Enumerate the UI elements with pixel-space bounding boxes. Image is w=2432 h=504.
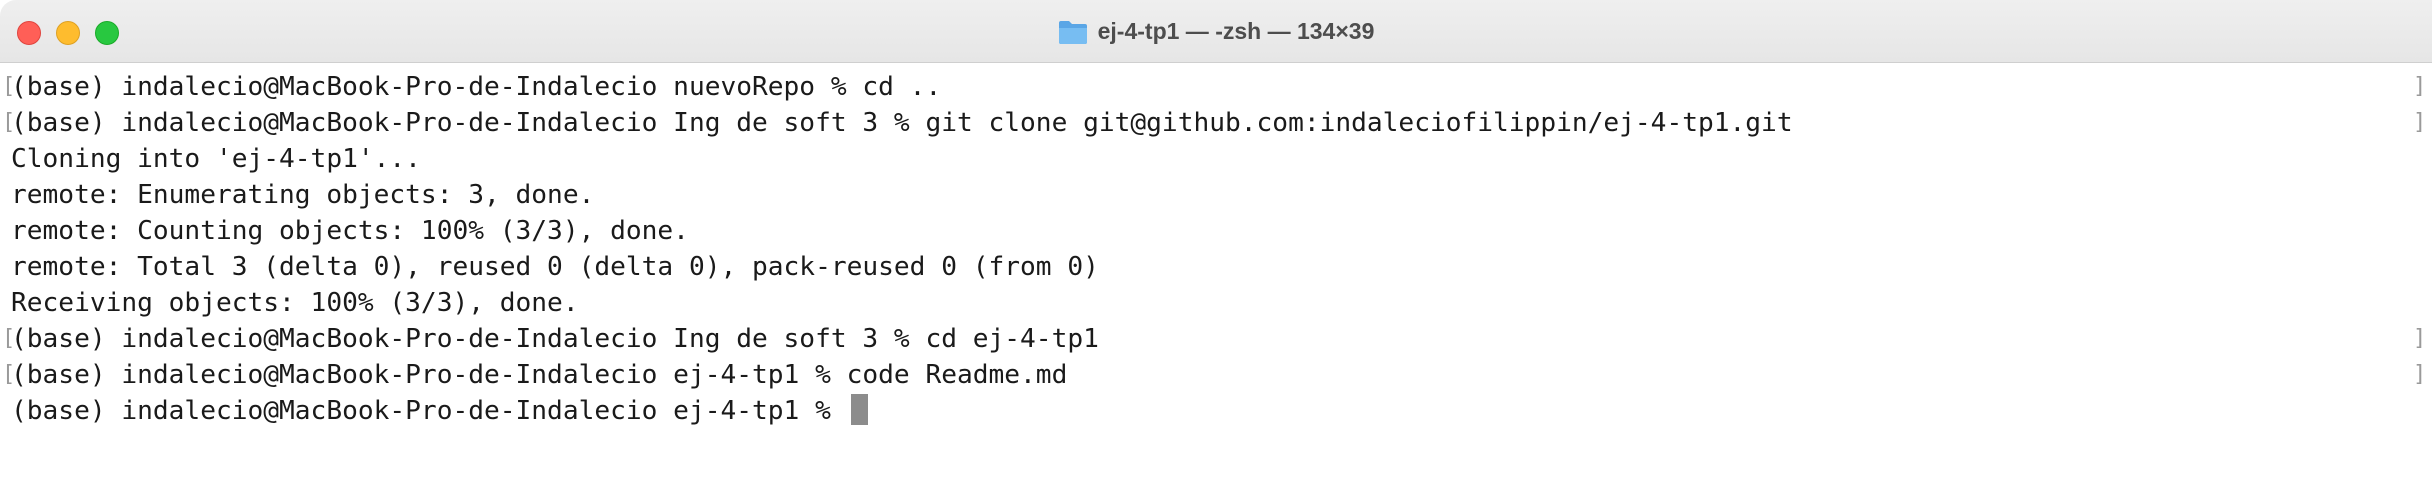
prompt-mark-left: [ <box>2 326 16 351</box>
terminal-line: Cloning into 'ej-4-tp1'... <box>11 141 421 177</box>
minimize-button[interactable] <box>56 21 80 45</box>
prompt-mark-right: ] <box>2413 74 2427 99</box>
terminal-line-text: (base) indalecio@MacBook-Pro-de-Indaleci… <box>11 72 942 102</box>
terminal-line-text: (base) indalecio@MacBook-Pro-de-Indaleci… <box>11 360 1068 390</box>
terminal-line: (base) indalecio@MacBook-Pro-de-Indaleci… <box>11 357 1067 393</box>
window-title-text: ej-4-tp1 — -zsh — 134×39 <box>1097 18 1375 44</box>
prompt-mark-left: [ <box>2 74 16 99</box>
folder-icon <box>1058 20 1087 44</box>
terminal-line: (base) indalecio@MacBook-Pro-de-Indaleci… <box>11 69 941 105</box>
terminal-prompt-line: (base) indalecio@MacBook-Pro-de-Indaleci… <box>11 393 868 429</box>
terminal-window: ej-4-tp1 — -zsh — 134×39 (base) indaleci… <box>0 0 2432 504</box>
terminal-line-text: Receiving objects: 100% (3/3), done. <box>11 288 579 318</box>
terminal-line: (base) indalecio@MacBook-Pro-de-Indaleci… <box>11 321 1099 357</box>
prompt-mark-right: ] <box>2413 110 2427 135</box>
terminal-line: (base) indalecio@MacBook-Pro-de-Indaleci… <box>11 105 1793 141</box>
terminal-line: remote: Counting objects: 100% (3/3), do… <box>11 213 689 249</box>
terminal-output[interactable]: (base) indalecio@MacBook-Pro-de-Indaleci… <box>0 69 2432 504</box>
terminal-line: Receiving objects: 100% (3/3), done. <box>11 285 579 321</box>
prompt-mark-left: [ <box>2 362 16 387</box>
close-button[interactable] <box>17 21 41 45</box>
prompt-mark-right: ] <box>2413 362 2427 387</box>
prompt-mark-right: ] <box>2413 326 2427 351</box>
terminal-line-text: remote: Counting objects: 100% (3/3), do… <box>11 216 689 246</box>
terminal-line-text: remote: Enumerating objects: 3, done. <box>11 180 595 210</box>
maximize-button[interactable] <box>95 21 119 45</box>
terminal-line-text: remote: Total 3 (delta 0), reused 0 (del… <box>11 252 1099 282</box>
title-bar[interactable]: ej-4-tp1 — -zsh — 134×39 <box>0 0 2432 63</box>
text-cursor <box>850 394 868 425</box>
window-title: ej-4-tp1 — -zsh — 134×39 <box>0 0 2432 63</box>
terminal-line-text: Cloning into 'ej-4-tp1'... <box>11 144 421 174</box>
terminal-line-text: (base) indalecio@MacBook-Pro-de-Indaleci… <box>11 324 1099 354</box>
terminal-line: remote: Total 3 (delta 0), reused 0 (del… <box>11 249 1099 285</box>
terminal-line-text: (base) indalecio@MacBook-Pro-de-Indaleci… <box>11 396 847 426</box>
prompt-mark-left: [ <box>2 110 16 135</box>
terminal-line: remote: Enumerating objects: 3, done. <box>11 177 594 213</box>
terminal-line-text: (base) indalecio@MacBook-Pro-de-Indaleci… <box>11 108 1793 138</box>
